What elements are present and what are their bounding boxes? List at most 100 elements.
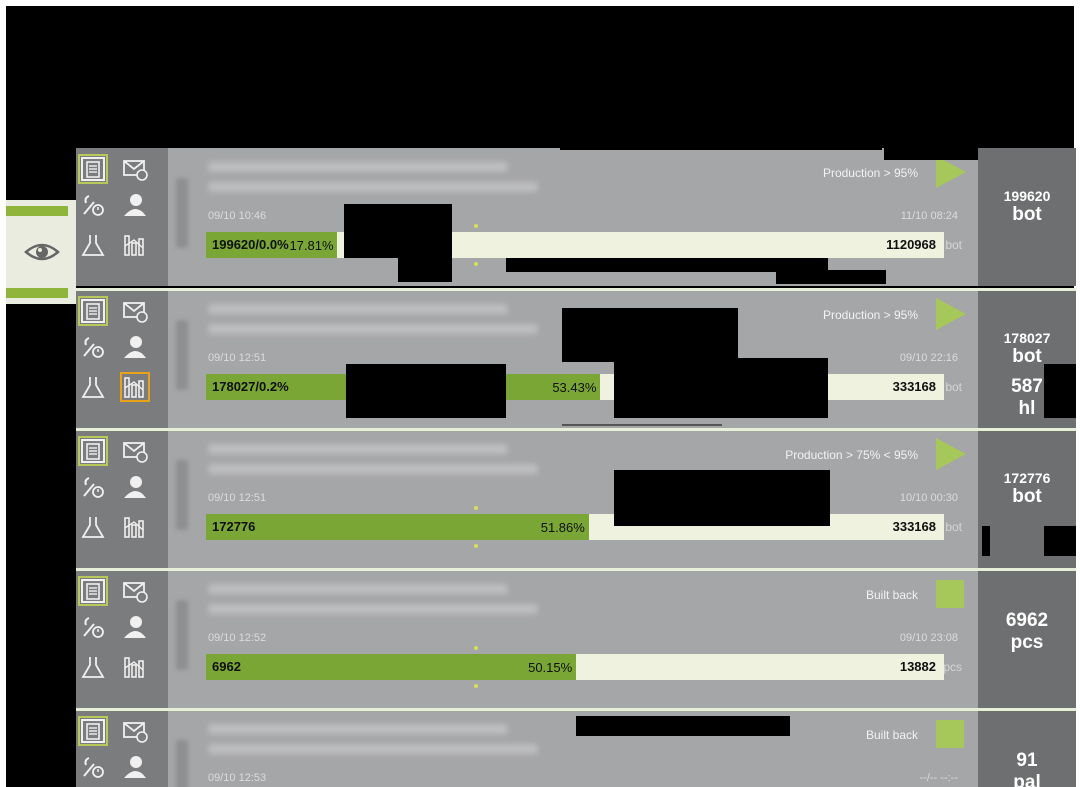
user-icon[interactable] [122, 474, 148, 500]
summary-count: 199620 [1003, 188, 1051, 204]
play-indicator-icon[interactable] [936, 438, 966, 470]
redaction-block [776, 270, 886, 284]
chart-icon[interactable] [122, 654, 148, 680]
production-row: 09/10 12:52 09/10 23:08 Built back 6962 50.1… [76, 570, 1076, 708]
progress-bar: 172776 51.86% 333168 [206, 514, 944, 540]
redaction-block [398, 254, 452, 282]
marker-dot [474, 506, 478, 510]
blurred-product-name [208, 584, 508, 594]
summary-count: 178027 [1003, 330, 1051, 346]
summary-unit: pal [1013, 772, 1041, 787]
redaction-block [1044, 364, 1076, 418]
chart-icon[interactable] [122, 232, 148, 258]
row-body: 09/10 12:51 10/10 00:30 Production > 75% <… [168, 430, 978, 568]
production-monitor: 09/10 10:46 11/10 08:24 Production > 95% 19… [0, 0, 1080, 787]
unit-label: bot [945, 520, 962, 534]
unit-label: pcs [943, 660, 962, 674]
unit-label: bot [945, 380, 962, 394]
report-icon[interactable] [78, 716, 108, 746]
blurred-order-label [176, 320, 188, 390]
stop-indicator-icon[interactable] [936, 720, 964, 748]
chart-icon[interactable] [120, 372, 150, 402]
view-toggle-tab[interactable] [6, 200, 76, 304]
produced-count: 172776 [212, 519, 256, 534]
tools-icon[interactable] [80, 474, 106, 500]
progress-percent: 53.43% [552, 380, 597, 395]
start-time: 09/10 12:52 [208, 632, 267, 644]
production-row: 09/10 12:51 10/10 00:30 Production > 75% <… [76, 430, 1076, 568]
tools-icon[interactable] [80, 334, 106, 360]
user-icon[interactable] [122, 192, 148, 218]
blurred-product-description [208, 324, 538, 334]
flask-icon[interactable] [80, 514, 106, 540]
start-time: 09/10 12:51 [208, 492, 267, 504]
progress-bar: 6962 50.15% 13882 [206, 654, 944, 680]
redaction-block [614, 358, 828, 418]
blurred-order-label [176, 178, 188, 248]
flask-icon[interactable] [80, 654, 106, 680]
progress-fill [206, 654, 577, 680]
end-time: 09/10 22:16 [899, 352, 958, 364]
target-count: 13882 [899, 659, 936, 674]
row-body: 09/10 12:52 09/10 23:08 Built back 6962 50.1… [168, 570, 978, 708]
mail-icon[interactable] [122, 156, 148, 182]
redaction-block [344, 204, 452, 258]
row-icon-column [76, 430, 168, 568]
play-indicator-icon[interactable] [936, 156, 966, 188]
flask-icon[interactable] [80, 374, 106, 400]
blurred-product-name [208, 304, 508, 314]
summary-unit: pcs [1010, 632, 1044, 653]
summary-value-block: 91 pal [978, 750, 1076, 787]
redaction-block [576, 716, 790, 736]
user-icon[interactable] [122, 614, 148, 640]
tab-accent-top [6, 206, 68, 216]
play-indicator-icon[interactable] [936, 298, 966, 330]
redaction-block [884, 146, 978, 160]
progress-bar: 178027/0.2% 53.43% 333168 [206, 374, 944, 400]
row-icon-column [76, 148, 168, 286]
row-separator [76, 428, 1076, 431]
blurred-order-label [176, 600, 188, 670]
tools-icon[interactable] [80, 192, 106, 218]
target-count: 333168 [892, 519, 936, 534]
row-icon-column [76, 570, 168, 708]
progress-percent: 51.86% [540, 520, 585, 535]
marker-dot [474, 262, 478, 266]
produced-count: 6962 [212, 659, 241, 674]
tools-icon[interactable] [80, 754, 106, 780]
window-border-left [0, 0, 6, 787]
progress-fill [206, 514, 589, 540]
end-time: 09/10 23:08 [899, 632, 958, 644]
tools-icon[interactable] [80, 614, 106, 640]
marker-dot [474, 224, 478, 228]
chart-icon[interactable] [122, 514, 148, 540]
mail-icon[interactable] [122, 578, 148, 604]
summary-value-block: 199620 bot [978, 188, 1076, 226]
report-icon[interactable] [78, 436, 108, 466]
mail-icon[interactable] [122, 298, 148, 324]
summary-unit: bot [1012, 204, 1042, 225]
scroll-handle[interactable] [562, 424, 722, 426]
row-summary: 199620 bot [978, 148, 1076, 286]
redaction-block [982, 526, 990, 556]
mail-icon[interactable] [122, 718, 148, 744]
stop-indicator-icon[interactable] [936, 580, 964, 608]
redaction-block [562, 308, 738, 362]
row-separator [76, 568, 1076, 571]
report-icon[interactable] [78, 576, 108, 606]
mail-icon[interactable] [122, 438, 148, 464]
start-time: 09/10 12:51 [208, 352, 267, 364]
marker-dot [474, 646, 478, 650]
start-time: 09/10 12:53 [208, 772, 267, 784]
user-icon[interactable] [122, 754, 148, 780]
blurred-product-name [208, 724, 508, 734]
row-separator [76, 708, 1076, 711]
blurred-product-name [208, 444, 508, 454]
eye-icon [24, 243, 60, 261]
marker-dot [474, 544, 478, 548]
report-icon[interactable] [78, 296, 108, 326]
window-border-top [0, 0, 1080, 6]
user-icon[interactable] [122, 334, 148, 360]
flask-icon[interactable] [80, 232, 106, 258]
report-icon[interactable] [78, 154, 108, 184]
